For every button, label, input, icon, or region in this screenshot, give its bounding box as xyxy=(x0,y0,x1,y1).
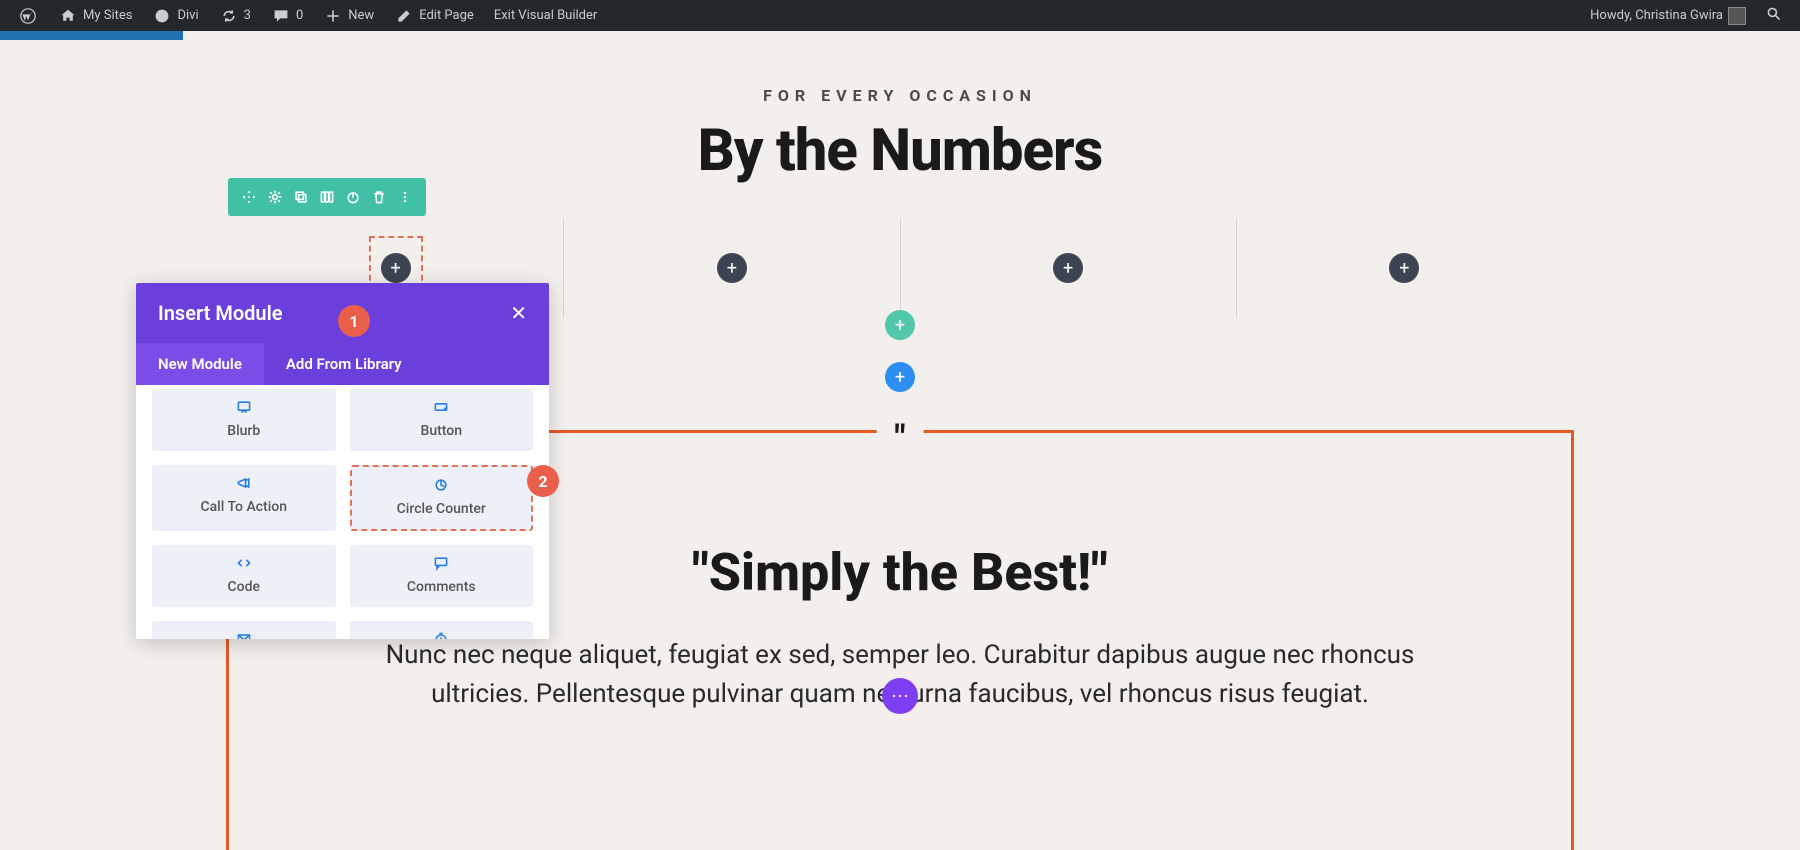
column-3[interactable]: + xyxy=(901,218,1237,318)
module-code[interactable]: Code xyxy=(152,545,336,607)
plus-icon xyxy=(323,6,343,26)
module-label: Call To Action xyxy=(152,499,336,515)
module-label: Button xyxy=(350,423,534,439)
blurb-icon xyxy=(152,399,336,417)
divi-label: Divi xyxy=(177,8,198,23)
quote-mark: " xyxy=(877,418,924,458)
divi-link[interactable]: Divi xyxy=(142,0,208,31)
updates-link[interactable]: 3 xyxy=(209,0,261,31)
column-4[interactable]: + xyxy=(1237,218,1572,318)
search-icon xyxy=(1766,6,1782,26)
new-label: New xyxy=(348,8,374,23)
comments-icon xyxy=(350,555,534,573)
module-countdown-timer[interactable]: Countdown Timer xyxy=(350,621,534,639)
trash-icon[interactable] xyxy=(366,184,392,210)
modal-title: Insert Module xyxy=(158,301,283,325)
module-more-button[interactable]: ⋯ xyxy=(882,678,918,714)
module-comments[interactable]: Comments xyxy=(350,545,534,607)
megaphone-icon xyxy=(152,475,336,493)
admin-bar-left: My Sites Divi 3 0 New Edit Page Exit Vis… xyxy=(8,0,607,31)
exit-vb-link[interactable]: Exit Visual Builder xyxy=(484,0,607,31)
section-subtitle: FOR EVERY OCCASION xyxy=(0,86,1800,105)
columns-icon[interactable] xyxy=(314,184,340,210)
module-label: Code xyxy=(152,579,336,595)
code-icon xyxy=(152,555,336,573)
modal-body: Blurb Button Call To Action Circle Count… xyxy=(136,385,549,639)
comments-link[interactable]: 0 xyxy=(261,0,313,31)
button-icon xyxy=(350,399,534,417)
more-icon[interactable] xyxy=(392,184,418,210)
modal-tabs: New Module Add From Library xyxy=(136,343,549,385)
avatar xyxy=(1728,7,1746,25)
add-row-button[interactable]: + xyxy=(885,310,915,340)
pencil-icon xyxy=(394,6,414,26)
row-toolbar xyxy=(228,178,426,216)
home-icon xyxy=(58,6,78,26)
module-button[interactable]: Button xyxy=(350,389,534,451)
annotation-callout-1: 1 xyxy=(338,305,370,337)
clock-icon xyxy=(350,631,534,639)
circle-counter-icon xyxy=(352,477,532,495)
howdy-label: Howdy, Christina Gwira xyxy=(1590,8,1723,23)
updates-count: 3 xyxy=(244,8,251,23)
divi-icon xyxy=(152,6,172,26)
section-title: By the Numbers xyxy=(0,117,1800,185)
wordpress-icon xyxy=(18,6,38,26)
edit-page-label: Edit Page xyxy=(419,8,474,23)
envelope-icon xyxy=(152,631,336,639)
module-call-to-action[interactable]: Call To Action xyxy=(152,465,336,531)
wp-logo[interactable] xyxy=(8,0,48,31)
annotation-callout-2: 2 xyxy=(527,465,559,497)
wp-admin-bar: My Sites Divi 3 0 New Edit Page Exit Vis… xyxy=(0,0,1800,31)
add-section-button[interactable]: + xyxy=(885,362,915,392)
edit-page-link[interactable]: Edit Page xyxy=(384,0,484,31)
exit-vb-label: Exit Visual Builder xyxy=(494,8,597,23)
duplicate-icon[interactable] xyxy=(288,184,314,210)
tab-new-module[interactable]: New Module xyxy=(136,343,264,385)
tab-add-from-library[interactable]: Add From Library xyxy=(264,343,549,385)
my-sites-link[interactable]: My Sites xyxy=(48,0,142,31)
add-module-button[interactable]: + xyxy=(1389,253,1419,283)
add-module-button[interactable]: + xyxy=(717,253,747,283)
admin-bar-right: Howdy, Christina Gwira xyxy=(1580,0,1792,31)
add-module-button[interactable]: + xyxy=(1053,253,1083,283)
gear-icon[interactable] xyxy=(262,184,288,210)
module-label: Circle Counter xyxy=(352,501,532,517)
add-module-button[interactable]: + xyxy=(381,253,411,283)
column-2[interactable]: + xyxy=(564,218,900,318)
module-circle-counter[interactable]: Circle Counter xyxy=(350,465,534,531)
new-link[interactable]: New xyxy=(313,0,384,31)
module-label: Blurb xyxy=(152,423,336,439)
my-sites-label: My Sites xyxy=(83,8,132,23)
insert-module-modal: Insert Module ✕ New Module Add From Libr… xyxy=(136,283,549,639)
howdy-link[interactable]: Howdy, Christina Gwira xyxy=(1580,0,1756,31)
move-icon[interactable] xyxy=(236,184,262,210)
comment-icon xyxy=(271,6,291,26)
module-label: Comments xyxy=(350,579,534,595)
comments-count: 0 xyxy=(296,8,303,23)
close-icon[interactable]: ✕ xyxy=(510,301,527,325)
search-toggle[interactable] xyxy=(1756,0,1792,31)
module-blurb[interactable]: Blurb xyxy=(152,389,336,451)
power-icon[interactable] xyxy=(340,184,366,210)
module-contact-form[interactable]: Contact Form xyxy=(152,621,336,639)
refresh-icon xyxy=(219,6,239,26)
